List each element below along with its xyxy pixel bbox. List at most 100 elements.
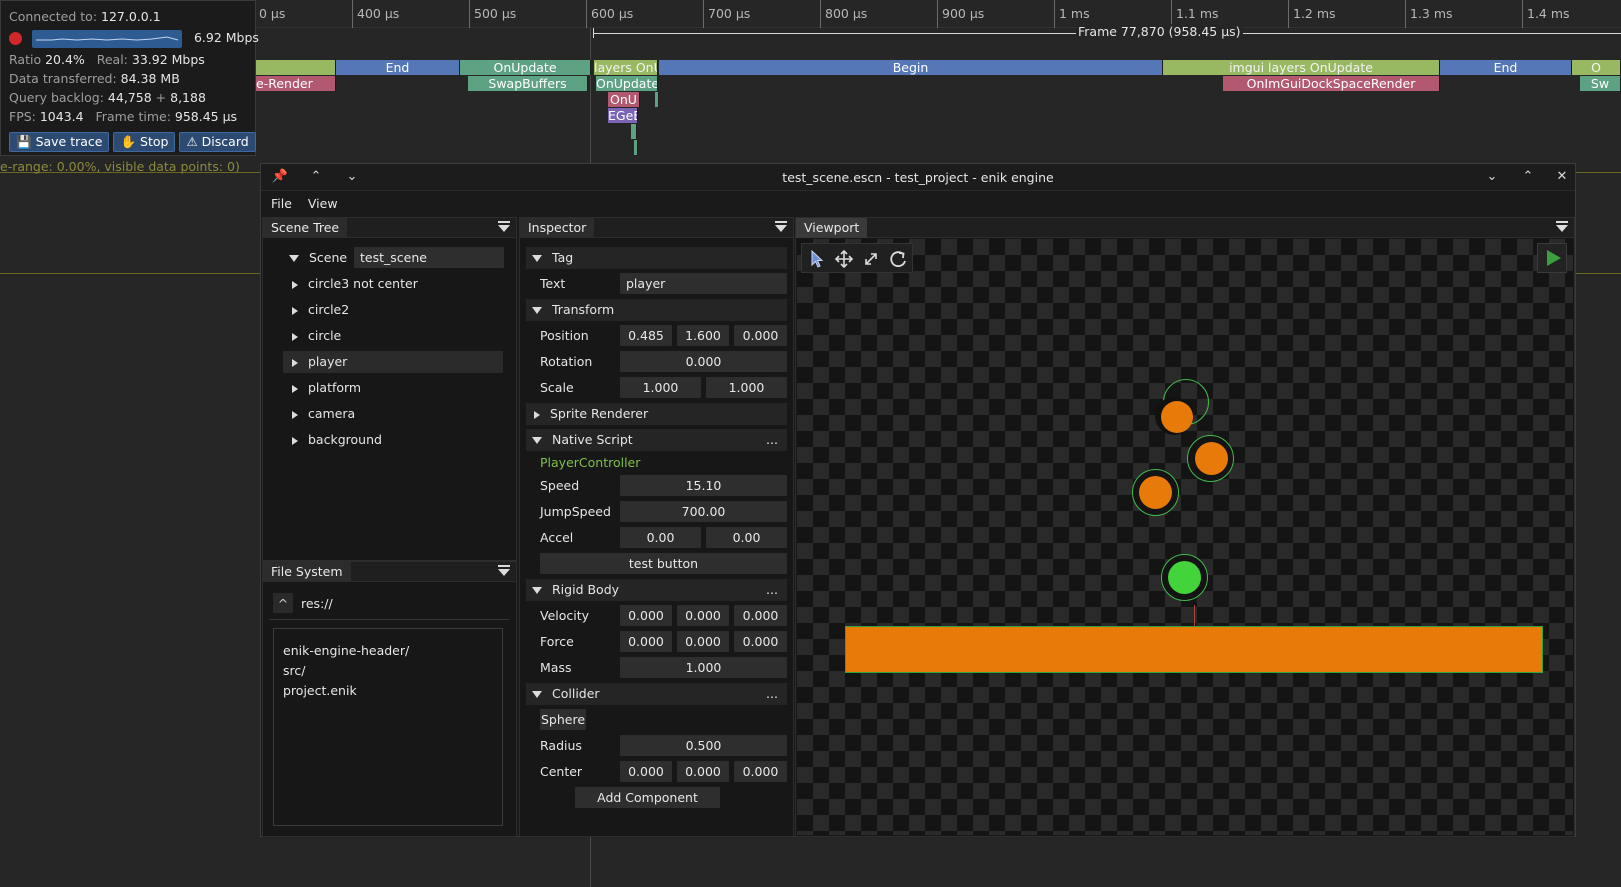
- force-x-input[interactable]: 0.000: [620, 631, 672, 652]
- force-y-input[interactable]: 0.000: [677, 631, 729, 652]
- tree-item-player[interactable]: player: [283, 351, 503, 373]
- jumpspeed-input[interactable]: 700.00: [620, 501, 787, 522]
- tree-item-circle3[interactable]: circle3 not center: [283, 273, 503, 295]
- rotate-icon[interactable]: [887, 248, 909, 270]
- zone-begin[interactable]: Begin: [659, 60, 1163, 75]
- close-icon[interactable]: ✕: [1553, 168, 1571, 186]
- section-native-script[interactable]: Native Script...: [526, 429, 787, 451]
- tag-text-input[interactable]: player: [620, 273, 787, 294]
- add-component-button[interactable]: Add Component: [575, 787, 720, 808]
- collider-options-button[interactable]: ...: [761, 683, 783, 705]
- collapsed-arrow-icon[interactable]: [292, 280, 298, 289]
- tree-item-circle2[interactable]: circle2: [283, 299, 503, 321]
- rotation-input[interactable]: 0.000: [620, 351, 787, 372]
- zone-o[interactable]: O: [1572, 60, 1621, 75]
- section-collider[interactable]: Collider...: [526, 683, 787, 705]
- zone-small[interactable]: [631, 124, 637, 139]
- center-z-input[interactable]: 0.000: [734, 761, 787, 782]
- circle3-sprite[interactable]: [1161, 401, 1193, 433]
- center-y-input[interactable]: 0.000: [677, 761, 729, 782]
- circle-sprite[interactable]: [1139, 476, 1172, 509]
- expand-arrow-icon[interactable]: [289, 255, 299, 262]
- force-z-input[interactable]: 0.000: [734, 631, 787, 652]
- menu-file[interactable]: File: [265, 191, 298, 216]
- collapsed-arrow-icon[interactable]: [292, 332, 298, 341]
- position-z-input[interactable]: 0.000: [734, 325, 787, 346]
- velocity-z-input[interactable]: 0.000: [734, 605, 787, 626]
- file-entry[interactable]: project.enik: [283, 681, 493, 701]
- scale-y-input[interactable]: 1.000: [706, 377, 787, 398]
- stop-button[interactable]: ✋ Stop: [113, 132, 176, 152]
- velocity-y-input[interactable]: 0.000: [677, 605, 729, 626]
- save-trace-button[interactable]: 💾 Save trace: [9, 132, 110, 152]
- tree-item-background[interactable]: background: [283, 429, 503, 451]
- section-rigid-body[interactable]: Rigid Body...: [526, 579, 787, 601]
- zone-layers-onupdate[interactable]: layers OnU: [594, 60, 658, 75]
- player-sprite[interactable]: [1168, 561, 1201, 594]
- panel-menu-icon[interactable]: [775, 221, 787, 233]
- zone-small[interactable]: [634, 140, 638, 155]
- collapsed-arrow-icon[interactable]: [292, 410, 298, 419]
- tab-scene-tree[interactable]: Scene Tree: [263, 218, 348, 238]
- tab-inspector[interactable]: Inspector: [520, 218, 595, 238]
- panel-menu-icon[interactable]: [498, 221, 510, 233]
- select-icon[interactable]: [806, 248, 828, 270]
- zone-onu[interactable]: OnU: [608, 92, 640, 107]
- title-bar[interactable]: 📌 ⌃ ⌄ test_scene.escn - test_project - e…: [261, 164, 1575, 191]
- mass-input[interactable]: 1.000: [620, 657, 787, 678]
- menu-view[interactable]: View: [302, 191, 344, 216]
- zone-onupdate[interactable]: OnUpdate: [460, 60, 591, 75]
- minimize-icon[interactable]: ⌄: [1483, 168, 1501, 186]
- zone-swapbuffers[interactable]: SwapBuffers: [468, 76, 588, 91]
- accel-x-input[interactable]: 0.00: [620, 527, 701, 548]
- scene-name-field[interactable]: test_scene: [354, 247, 504, 268]
- circle2-sprite[interactable]: [1195, 442, 1228, 475]
- native-script-options-button[interactable]: ...: [761, 429, 783, 451]
- section-tag[interactable]: Tag: [526, 247, 787, 269]
- scale-icon[interactable]: [860, 248, 882, 270]
- panel-menu-icon[interactable]: [1556, 221, 1568, 233]
- radius-input[interactable]: 0.500: [620, 735, 787, 756]
- move-icon[interactable]: [833, 248, 855, 270]
- scale-x-input[interactable]: 1.000: [620, 377, 701, 398]
- platform-sprite[interactable]: [845, 626, 1543, 673]
- position-y-input[interactable]: 1.600: [677, 325, 729, 346]
- test-button[interactable]: test button: [540, 553, 787, 574]
- play-button[interactable]: [1537, 243, 1567, 273]
- section-sprite-renderer[interactable]: Sprite Renderer: [526, 403, 787, 425]
- collider-shape-button[interactable]: Sphere: [540, 709, 586, 730]
- tree-item-circle[interactable]: circle: [283, 325, 503, 347]
- file-entry[interactable]: src/: [283, 661, 493, 681]
- center-x-input[interactable]: 0.000: [620, 761, 672, 782]
- rigid-body-options-button[interactable]: ...: [761, 579, 783, 601]
- discard-button[interactable]: ⚠ Discard: [179, 132, 256, 152]
- file-entry[interactable]: enik-engine-header/: [283, 641, 493, 661]
- velocity-x-input[interactable]: 0.000: [620, 605, 672, 626]
- tab-viewport[interactable]: Viewport: [796, 218, 868, 238]
- collapsed-arrow-icon[interactable]: [292, 306, 298, 315]
- collapsed-arrow-icon[interactable]: [292, 436, 298, 445]
- zone-end[interactable]: End: [1440, 60, 1572, 75]
- zone-sw[interactable]: Sw: [1580, 76, 1621, 91]
- section-transform[interactable]: Transform: [526, 299, 787, 321]
- tree-item-camera[interactable]: camera: [283, 403, 503, 425]
- speed-input[interactable]: 15.10: [620, 475, 787, 496]
- zone-update[interactable]: [256, 60, 336, 75]
- viewport-canvas[interactable]: [797, 239, 1573, 835]
- panel-menu-icon[interactable]: [498, 565, 510, 577]
- accel-y-input[interactable]: 0.00: [706, 527, 787, 548]
- tree-item-platform[interactable]: platform: [283, 377, 503, 399]
- zone-egeb[interactable]: EGeE: [608, 108, 638, 123]
- maximize-icon[interactable]: ⌃: [1519, 168, 1537, 186]
- zone-imgui-layers[interactable]: imgui layers OnUpdate: [1163, 60, 1440, 75]
- collapsed-arrow-icon[interactable]: [292, 358, 298, 367]
- up-directory-button[interactable]: ^: [273, 593, 293, 613]
- collapsed-arrow-icon[interactable]: [292, 384, 298, 393]
- zone-render[interactable]: e-Render: [256, 76, 336, 91]
- zone-end[interactable]: End: [336, 60, 460, 75]
- position-x-input[interactable]: 0.485: [620, 325, 672, 346]
- tab-file-system[interactable]: File System: [263, 562, 351, 582]
- zone-small[interactable]: [655, 92, 659, 107]
- zone-dockspace-render[interactable]: OnImGuiDockSpaceRender: [1223, 76, 1440, 91]
- frame-label[interactable]: Frame 77,870 (958.45 µs): [1076, 24, 1243, 39]
